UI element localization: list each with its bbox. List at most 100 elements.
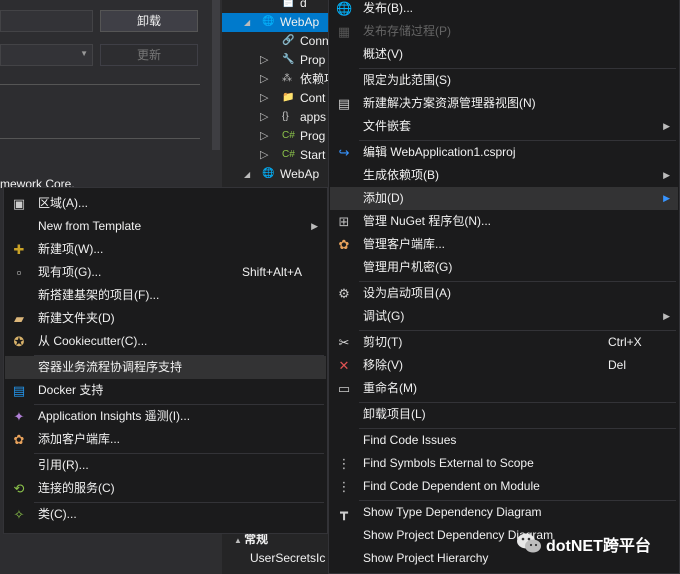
property-name: UserSecretsIc: [250, 551, 326, 565]
menu-item[interactable]: 新搭建基架的项目(F)...: [5, 284, 326, 307]
tree-item[interactable]: 📄 d: [222, 0, 328, 13]
menu-item[interactable]: ⊞ 管理 NuGet 程序包(N)...: [330, 210, 678, 233]
divider: [0, 138, 200, 139]
tree-item[interactable]: ▷ 📁 Cont: [222, 89, 328, 108]
expand-icon[interactable]: ▷: [260, 89, 268, 108]
tree-item[interactable]: ◢ 🌐 WebAp: [222, 13, 328, 32]
tree-item[interactable]: 🔗 Conn: [222, 32, 329, 51]
menu-item-label: 限定为此范围(S): [363, 73, 451, 87]
rename-icon: ▭: [337, 381, 351, 396]
tree-item[interactable]: ▷ ⁂ 依赖项: [222, 70, 336, 89]
area-icon: ▣: [12, 196, 26, 211]
tree-item[interactable]: ▷ C# Start: [222, 146, 328, 165]
tree-item[interactable]: ▷ 🔧 Prop: [222, 51, 328, 70]
dependent-icon: ⋮: [337, 479, 351, 494]
divider: [0, 84, 200, 85]
collapse-icon[interactable]: ◢: [244, 13, 250, 32]
menu-item-shortcut: Ctrl+X: [608, 335, 642, 349]
version-field[interactable]: [0, 10, 93, 32]
menu-item-label: 新建解决方案资源管理器视图(N): [363, 96, 536, 110]
expand-icon[interactable]: ▷: [260, 127, 268, 146]
menu-item-label: 新建文件夹(D): [38, 311, 115, 325]
expand-icon[interactable]: ▷: [260, 146, 268, 165]
menu-item[interactable]: ▤ 新建解决方案资源管理器视图(N): [330, 92, 678, 115]
menu-item[interactable]: ▫ 现有项(G)... Shift+Alt+A: [5, 261, 326, 284]
menu-item[interactable]: ▣ 区域(A)...: [5, 192, 326, 215]
chevron-down-icon: ▼: [80, 49, 88, 58]
tree-item-label: Prop: [300, 53, 326, 67]
menu-item[interactable]: ▤ Docker 支持: [5, 379, 326, 402]
scrollbar-thumb[interactable]: [212, 0, 220, 150]
tree-node-icon: 🔧: [282, 54, 295, 65]
tree-node-icon: 🌐: [262, 168, 275, 179]
remove-icon: ✕: [338, 358, 350, 373]
new-view-icon: ▤: [337, 96, 351, 111]
menu-item[interactable]: ✂ 剪切(T) Ctrl+X: [330, 331, 678, 354]
tree-node-icon: C#: [282, 130, 295, 141]
menu-item[interactable]: ▦ 发布存储过程(P): [330, 20, 678, 43]
menu-item-label: Find Code Issues: [363, 433, 457, 447]
tree-item-label: Prog: [300, 129, 326, 143]
submenu-arrow-icon: ▶: [663, 311, 670, 321]
menu-item[interactable]: 管理用户机密(G): [330, 256, 678, 279]
menu-item[interactable]: 🌐 发布(B)...: [330, 0, 678, 20]
menu-item[interactable]: ⟲ 连接的服务(C): [5, 477, 326, 500]
watermark-text: dotNET跨平台: [546, 538, 651, 555]
tree-item[interactable]: ▷ {} apps: [222, 108, 328, 127]
expand-icon[interactable]: ▷: [260, 51, 268, 70]
menu-item[interactable]: ▭ 重命名(M): [330, 377, 678, 400]
menu-item[interactable]: Find Code Issues: [330, 429, 678, 452]
menu-item-label: 调试(G): [363, 309, 405, 323]
tree-node-icon: ⁂: [282, 73, 292, 84]
menu-item[interactable]: ✦ Application Insights 遥测(I)...: [5, 405, 326, 428]
tree-item[interactable]: ◢ 🌐 WebAp: [222, 165, 328, 184]
menu-item[interactable]: ✧ 类(C)...: [5, 503, 326, 526]
client-lib-icon: ✿: [13, 432, 25, 447]
new-folder-icon: ▰: [14, 311, 24, 326]
menu-item[interactable]: 概述(V): [330, 43, 678, 66]
expand-icon[interactable]: ▷: [260, 108, 268, 127]
menu-item[interactable]: 调试(G) ▶: [330, 305, 678, 328]
menu-item[interactable]: ✿ 管理客户端库...: [330, 233, 678, 256]
tree-item-label: apps: [300, 110, 327, 124]
menu-item[interactable]: 生成依赖项(B) ▶: [330, 164, 678, 187]
version-select[interactable]: ▼: [0, 44, 93, 66]
menu-item[interactable]: ✕ 移除(V) Del: [330, 354, 678, 377]
gear-icon: ⚙: [338, 286, 350, 301]
menu-item-label: 引用(R)...: [38, 458, 89, 472]
menu-item[interactable]: ⚙ 设为启动项目(A): [330, 282, 678, 305]
menu-item[interactable]: 文件嵌套 ▶: [330, 115, 678, 138]
menu-item[interactable]: ⋮ Find Code Dependent on Module: [330, 475, 678, 498]
uninstall-button[interactable]: 卸载: [100, 10, 198, 32]
menu-item-label: 添加客户端库...: [38, 432, 121, 446]
menu-item[interactable]: ✿ 添加客户端库...: [5, 428, 326, 451]
menu-item[interactable]: 限定为此范围(S): [330, 69, 678, 92]
menu-item[interactable]: 添加(D) ▶: [330, 187, 678, 210]
expand-icon[interactable]: ▷: [260, 70, 268, 89]
update-button[interactable]: 更新: [100, 44, 198, 66]
menu-item[interactable]: New from Template ▶: [5, 215, 326, 238]
collapse-icon[interactable]: ◢: [244, 165, 250, 184]
tree-node-icon: 🔗: [282, 35, 295, 46]
menu-item[interactable]: ✪ 从 Cookiecutter(C)...: [5, 330, 326, 353]
tree-item[interactable]: ▷ C# Prog: [222, 127, 328, 146]
menu-item[interactable]: ▰ 新建文件夹(D): [5, 307, 326, 330]
menu-item[interactable]: ⋮ Find Symbols External to Scope: [330, 452, 678, 475]
submenu-arrow-icon: ▶: [663, 193, 670, 203]
tree-node-icon: C#: [282, 149, 295, 160]
submenu-arrow-icon: ▶: [663, 121, 670, 131]
menu-item-label: Find Code Dependent on Module: [363, 479, 540, 493]
menu-item[interactable]: ┳ Show Type Dependency Diagram: [330, 501, 678, 524]
menu-item-label: 编辑 WebApplication1.csproj: [363, 145, 516, 159]
tree-item-label: WebAp: [280, 167, 320, 181]
tree-node-icon: 🌐: [262, 16, 275, 27]
menu-item[interactable]: 卸载项目(L): [330, 403, 678, 426]
menu-item[interactable]: 引用(R)...: [5, 454, 326, 477]
menu-item[interactable]: ✚ 新建项(W)...: [5, 238, 326, 261]
submenu-arrow-icon: ▶: [311, 221, 318, 231]
menu-item-label: 剪切(T): [363, 335, 403, 349]
docker-icon: ▤: [12, 383, 26, 398]
menu-item[interactable]: 容器业务流程协调程序支持: [5, 356, 326, 379]
menu-item[interactable]: ↪ 编辑 WebApplication1.csproj: [330, 141, 678, 164]
menu-item-label: 文件嵌套: [363, 119, 412, 133]
